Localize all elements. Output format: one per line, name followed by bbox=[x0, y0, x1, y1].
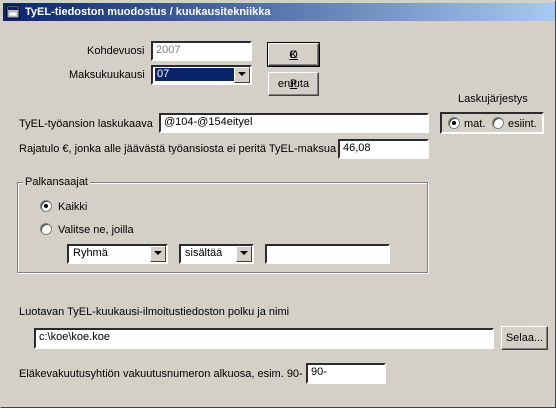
cancel-button[interactable]: Peruuta bbox=[268, 72, 319, 96]
employees-all-radio[interactable] bbox=[40, 200, 52, 212]
sort-order-label: Laskujärjestys bbox=[458, 93, 528, 105]
insurance-prefix-label: Eläkevakuutusyhtiön vakuutusnumeron alku… bbox=[19, 368, 303, 380]
employees-select-label[interactable]: Valitse ne, joilla bbox=[58, 223, 134, 237]
filter-field-value: Ryhmä bbox=[73, 247, 108, 259]
output-file-value: c:\koe\koe.koe bbox=[39, 331, 110, 343]
dialog-window: TyEL-tiedoston muodostus / kuukausitekni… bbox=[0, 0, 556, 408]
output-file-label: Luotavan TyEL-kuukausi-ilmoitustiedoston… bbox=[19, 306, 290, 318]
insurance-prefix-value: 90- bbox=[311, 366, 327, 378]
ok-button[interactable]: OK bbox=[267, 42, 320, 67]
title-bar[interactable]: TyEL-tiedoston muodostus / kuukausitekni… bbox=[3, 3, 555, 21]
insurance-prefix-input[interactable]: 90- bbox=[306, 363, 386, 384]
threshold-value: 46,08 bbox=[343, 142, 371, 154]
employees-group-label: Palkansaajat bbox=[23, 175, 90, 189]
sort-mat-label[interactable]: mat. bbox=[464, 117, 485, 131]
chevron-down-icon bbox=[238, 72, 246, 76]
formula-input[interactable]: @104-@154eityel bbox=[159, 113, 429, 133]
sort-esiint-radio[interactable] bbox=[492, 117, 504, 129]
year-field: 2007 bbox=[151, 41, 252, 61]
sort-mat-radio[interactable] bbox=[448, 117, 460, 129]
month-label: Maksukuukausi bbox=[69, 69, 145, 81]
cancel-label-rest: eruuta bbox=[277, 78, 310, 90]
chevron-down-icon bbox=[240, 251, 248, 255]
year-value: 2007 bbox=[156, 44, 181, 56]
filter-value-input[interactable] bbox=[265, 244, 390, 264]
month-dropdown-button[interactable] bbox=[234, 67, 250, 83]
threshold-label: Rajatulo €, jonka alle jäävästä työansio… bbox=[19, 143, 337, 155]
ok-label-rest: K bbox=[289, 48, 298, 61]
app-window-icon bbox=[6, 5, 20, 19]
browse-button[interactable]: Selaa... bbox=[501, 326, 548, 350]
formula-label: TyEL-työansion laskukaava bbox=[19, 118, 153, 130]
month-select[interactable]: 07 bbox=[151, 65, 252, 85]
month-value: 07 bbox=[155, 68, 237, 81]
filter-field-select[interactable]: Ryhmä bbox=[67, 244, 168, 264]
browse-label: Selaa... bbox=[505, 332, 544, 344]
sort-esiint-label[interactable]: esiint. bbox=[508, 117, 537, 131]
output-file-input[interactable]: c:\koe\koe.koe bbox=[34, 328, 494, 349]
window-title: TyEL-tiedoston muodostus / kuukausitekni… bbox=[25, 6, 271, 18]
employees-select-radio[interactable] bbox=[40, 223, 52, 235]
threshold-input[interactable]: 46,08 bbox=[338, 139, 429, 159]
filter-operator-value: sisältää bbox=[185, 247, 223, 259]
employees-all-label[interactable]: Kaikki bbox=[58, 200, 87, 214]
filter-field-dropdown-button[interactable] bbox=[150, 246, 166, 262]
year-label: Kohdevuosi bbox=[87, 45, 145, 57]
chevron-down-icon bbox=[154, 251, 162, 255]
filter-operator-dropdown-button[interactable] bbox=[236, 246, 252, 262]
formula-value: @104-@154eityel bbox=[164, 116, 253, 128]
filter-operator-select[interactable]: sisältää bbox=[179, 244, 254, 264]
